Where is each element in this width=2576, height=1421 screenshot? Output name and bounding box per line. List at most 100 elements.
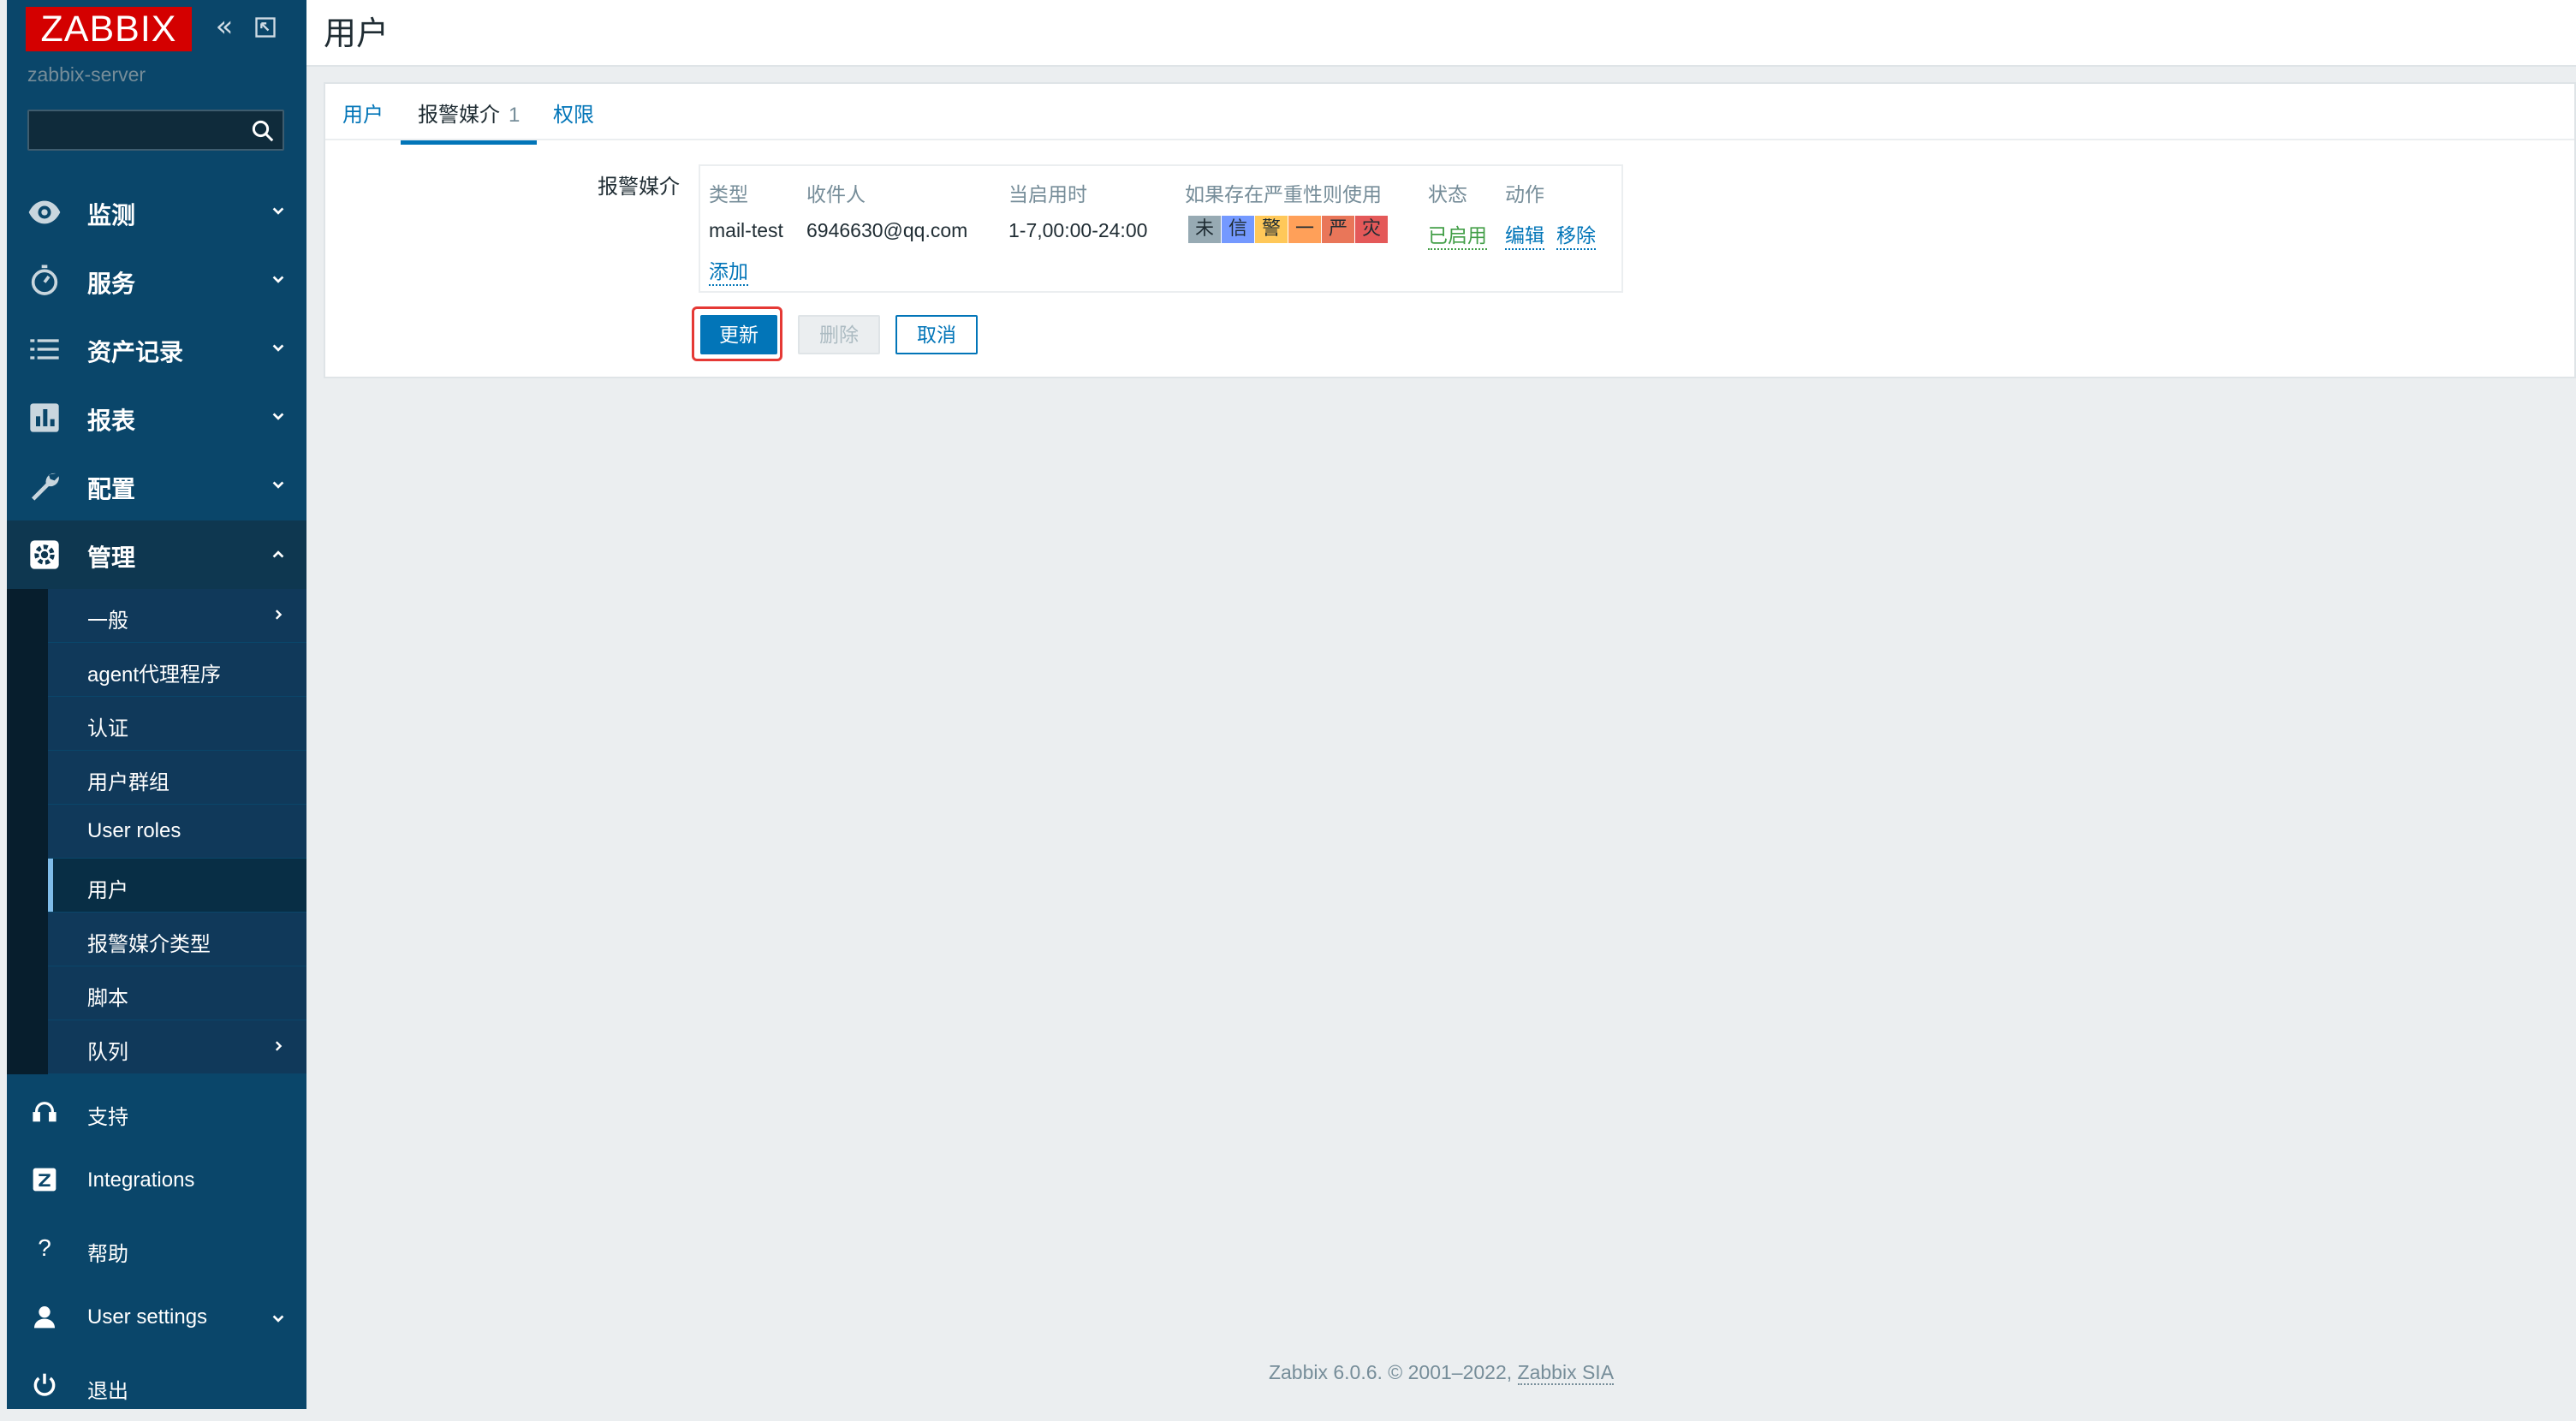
submenu-rail <box>7 589 48 1074</box>
search-input[interactable] <box>29 111 260 149</box>
menu-label: 资产记录 <box>87 339 184 366</box>
menu-item-administration[interactable]: 管理 <box>7 520 306 589</box>
submenu-item-users[interactable]: 用户 <box>48 859 306 913</box>
sidebar: ZABBIX « zabbix-server 监测 服务 资产记录 报表 配置 … <box>7 0 306 1409</box>
footer: Zabbix 6.0.6. © 2001–2022, Zabbix SIA <box>306 1361 2576 1385</box>
submenu-label: agent代理程序 <box>87 663 222 687</box>
submenu-label: User roles <box>87 819 181 842</box>
collapse-sidebar-icon[interactable]: « <box>209 12 240 43</box>
add-media-link[interactable]: 添加 <box>709 255 748 286</box>
severity-average: 一 <box>1288 216 1322 243</box>
submenu-label: 用户 <box>87 879 128 902</box>
menu-item-user-settings[interactable]: User settings <box>7 1284 306 1353</box>
tab-permissions[interactable]: 权限 <box>553 98 594 128</box>
bottom-label: 退出 <box>87 1380 128 1403</box>
menu-label: 服务 <box>87 271 136 297</box>
search-icon[interactable] <box>250 118 276 144</box>
chevron-down-icon <box>272 276 284 283</box>
tab-user[interactable]: 用户 <box>342 98 384 128</box>
status-toggle-link[interactable]: 已启用 <box>1428 219 1487 250</box>
submenu-label: 认证 <box>87 717 128 740</box>
chevron-right-icon <box>275 1041 283 1051</box>
chevron-down-icon <box>272 344 284 352</box>
submenu-item-user-roles[interactable]: User roles <box>48 805 306 859</box>
column-header: 当启用时 <box>1008 183 1087 205</box>
menu-item-inventory[interactable]: 资产记录 <box>7 315 306 383</box>
footer-company-link[interactable]: Zabbix SIA <box>1517 1361 1615 1385</box>
edit-media-link[interactable]: 编辑 <box>1505 219 1544 250</box>
menu-label: 配置 <box>87 476 136 502</box>
update-button[interactable]: 更新 <box>700 315 777 354</box>
remove-media-link[interactable]: 移除 <box>1556 219 1596 250</box>
page-header: 用户 <box>306 0 2576 67</box>
eye-icon <box>28 200 61 224</box>
stopwatch-icon <box>31 265 58 295</box>
menu-item-configuration[interactable]: 配置 <box>7 452 306 520</box>
chevron-up-icon <box>272 550 284 558</box>
bottom-label: 支持 <box>87 1106 128 1129</box>
user-form-panel: 用户 报警媒介 1 权限 报警媒介 类型 收件人 当启用时 如果存在严重性则使用 … <box>324 82 2576 378</box>
submenu-item-queue[interactable]: 队列 <box>48 1020 306 1074</box>
when-active-cell: 1-7,00:00-24:00 <box>1008 219 1148 241</box>
submenu-item-scripts[interactable]: 脚本 <box>48 966 306 1020</box>
bottom-menu: 支持 Integrations ? 帮助 User settings 退出 <box>7 1079 306 1421</box>
menu-label: 监测 <box>87 202 136 229</box>
submenu-item-user-groups[interactable]: 用户群组 <box>48 751 306 805</box>
severity-indicators: 未 信 警 一 严 灾 <box>1188 216 1389 243</box>
submenu-item-proxies[interactable]: agent代理程序 <box>48 643 306 697</box>
submenu-label: 报警媒介类型 <box>87 933 211 956</box>
zabbix-z-icon <box>33 1168 57 1192</box>
menu-item-support[interactable]: 支持 <box>7 1079 306 1147</box>
tab-media-label: 报警媒介 <box>418 104 500 127</box>
bottom-label: User settings <box>87 1305 208 1329</box>
user-icon <box>34 1306 55 1329</box>
media-table: 类型 收件人 当启用时 如果存在严重性则使用 状态 动作 mail-test 6… <box>699 164 1623 293</box>
zabbix-logo[interactable]: ZABBIX <box>26 7 192 51</box>
delete-button[interactable]: 删除 <box>798 315 880 354</box>
menu-label: 管理 <box>87 544 136 571</box>
media-field-label: 报警媒介 <box>598 175 680 199</box>
chevron-down-icon <box>272 1315 284 1323</box>
chevron-down-icon <box>272 413 284 420</box>
menu-item-help[interactable]: ? 帮助 <box>7 1216 306 1284</box>
server-name: zabbix-server <box>27 63 146 86</box>
submenu-label: 队列 <box>87 1041 128 1064</box>
bar-chart-icon <box>30 403 59 432</box>
kiosk-mode-icon[interactable] <box>250 12 281 43</box>
sidebar-search <box>27 110 284 151</box>
severity-high: 严 <box>1322 216 1355 243</box>
gear-icon <box>30 540 59 569</box>
cancel-button[interactable]: 取消 <box>895 315 978 354</box>
list-icon <box>30 339 59 360</box>
column-header: 收件人 <box>806 183 866 205</box>
severity-information: 信 <box>1222 216 1255 243</box>
submenu-label: 用户群组 <box>87 771 170 794</box>
bottom-label: Integrations <box>87 1168 195 1192</box>
admin-submenu: 一般 agent代理程序 认证 用户群组 User roles 用户 报警媒介类… <box>7 589 306 1074</box>
severity-disaster: 灾 <box>1355 216 1389 243</box>
severity-not-classified: 未 <box>1188 216 1222 243</box>
power-icon <box>33 1373 56 1396</box>
chevron-down-icon <box>272 481 284 489</box>
menu-item-monitoring[interactable]: 监测 <box>7 178 306 247</box>
tab-media[interactable]: 报警媒介 1 <box>400 98 538 145</box>
tab-bar: 用户 报警媒介 1 权限 <box>325 84 2574 145</box>
recipient-cell: 6946630@qq.com <box>806 219 968 241</box>
submenu-item-general[interactable]: 一般 <box>48 589 306 643</box>
menu-item-reports[interactable]: 报表 <box>7 383 306 452</box>
submenu-item-media-types[interactable]: 报警媒介类型 <box>48 913 306 966</box>
severity-warning: 警 <box>1255 216 1288 243</box>
menu-item-sign-out[interactable]: 退出 <box>7 1353 306 1421</box>
bottom-label: 帮助 <box>87 1243 128 1266</box>
media-type-cell: mail-test <box>709 219 783 241</box>
menu-label: 报表 <box>87 407 136 434</box>
menu-item-integrations[interactable]: Integrations <box>7 1147 306 1216</box>
main-menu: 监测 服务 资产记录 报表 配置 管理 一般 agent代理程序 认证 用户群组… <box>7 178 306 1074</box>
chevron-right-icon <box>275 609 283 620</box>
column-header: 动作 <box>1505 183 1544 205</box>
headset-icon <box>33 1102 57 1122</box>
wrench-icon <box>32 473 59 501</box>
menu-item-services[interactable]: 服务 <box>7 247 306 315</box>
submenu-item-authentication[interactable]: 认证 <box>48 697 306 751</box>
page-title: 用户 <box>324 16 390 52</box>
